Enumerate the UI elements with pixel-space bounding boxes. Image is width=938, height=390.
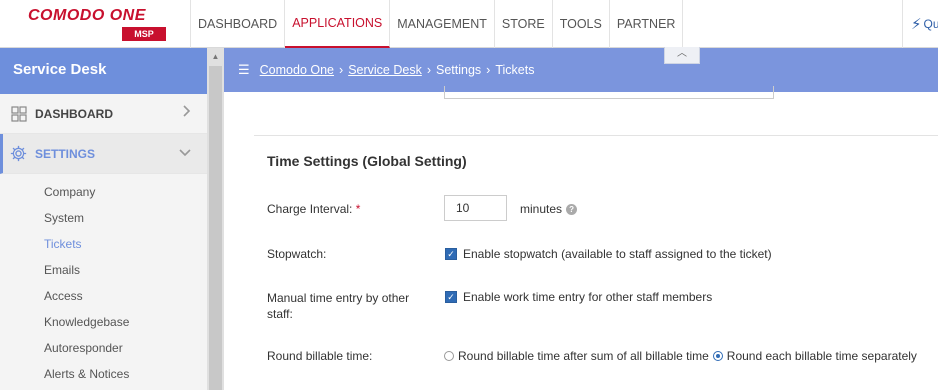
top-navigation-bar: COMODO ONE MSP DASHBOARD APPLICATIONS MA… <box>0 0 938 48</box>
breadcrumb-separator: › <box>486 63 491 77</box>
chevron-right-icon <box>183 105 191 120</box>
charge-interval-unit: minutes ? <box>520 202 578 216</box>
previous-field-input[interactable] <box>444 86 774 99</box>
round-each-option[interactable]: Round each billable time separately <box>712 349 917 363</box>
manual-entry-option[interactable]: ✓ Enable work time entry for other staff… <box>445 290 712 304</box>
lightning-icon: ⚡ <box>911 16 922 33</box>
logo-msp-badge: MSP <box>122 27 166 41</box>
breadcrumb-tickets: Tickets <box>495 63 535 77</box>
round-each-radio[interactable] <box>712 351 723 361</box>
round-billable-label: Round billable time: <box>267 349 373 363</box>
minutes-label: minutes <box>520 202 563 216</box>
gear-icon <box>10 145 27 162</box>
sidebar-subitem-access[interactable]: Access <box>0 283 207 309</box>
nav-store[interactable]: STORE <box>495 0 553 48</box>
main-nav: DASHBOARD APPLICATIONS MANAGEMENT STORE … <box>190 0 684 48</box>
required-asterisk: * <box>355 202 361 216</box>
sidebar-item-dashboard[interactable]: DASHBOARD <box>0 94 207 134</box>
hamburger-menu-icon[interactable]: ☰ <box>238 62 250 78</box>
sidebar-scrollbar-thumb[interactable] <box>209 66 222 390</box>
collapse-header-button[interactable]: ︿ <box>664 47 700 64</box>
manual-entry-label: Manual time entry by other staff: <box>267 290 409 322</box>
breadcrumb: ☰ Comodo One › Service Desk › Settings ›… <box>238 62 534 78</box>
breadcrumb-separator: › <box>339 63 344 77</box>
quick-actions-label: Qu <box>923 17 938 31</box>
sidebar-subitem-knowledgebase[interactable]: Knowledgebase <box>0 309 207 335</box>
sidebar-subitem-tickets[interactable]: Tickets <box>0 231 207 257</box>
sidebar: Service Desk DASHBOARD SETTINGS Company … <box>0 48 207 390</box>
scroll-up-arrow-icon[interactable]: ▲ <box>207 48 224 65</box>
round-after-sum-option[interactable]: Round billable time after sum of all bil… <box>444 349 709 363</box>
round-each-label: Round each billable time separately <box>726 349 917 363</box>
logo-text: COMODO ONE <box>28 7 146 24</box>
sidebar-subitem-autoresponder[interactable]: Autoresponder <box>0 335 207 361</box>
round-after-sum-label: Round billable time after sum of all bil… <box>458 349 709 363</box>
section-title: Time Settings (Global Setting) <box>267 153 467 169</box>
manual-entry-label-line2: staff: <box>267 307 293 321</box>
sidebar-title: Service Desk <box>0 48 207 94</box>
nav-applications[interactable]: APPLICATIONS <box>285 0 391 48</box>
comodo-one-logo[interactable]: COMODO ONE MSP <box>0 0 190 48</box>
stopwatch-checkbox-label: Enable stopwatch (available to staff ass… <box>463 247 772 261</box>
help-icon[interactable]: ? <box>566 203 578 215</box>
nav-management[interactable]: MANAGEMENT <box>390 0 495 48</box>
manual-entry-label-line1: Manual time entry by other <box>267 291 410 305</box>
sidebar-item-label: DASHBOARD <box>35 106 113 121</box>
breadcrumb-separator: › <box>426 63 431 77</box>
quick-actions-button[interactable]: ⚡ Qu <box>902 0 938 48</box>
section-divider <box>254 135 938 136</box>
sidebar-subitem-alerts-notices[interactable]: Alerts & Notices <box>0 361 207 387</box>
manual-entry-checkbox[interactable]: ✓ <box>445 291 457 303</box>
sidebar-item-label: SETTINGS <box>35 146 96 161</box>
nav-partner[interactable]: PARTNER <box>610 0 684 48</box>
sidebar-item-settings[interactable]: SETTINGS <box>0 134 207 174</box>
round-billable-options: Round billable time after sum of all bil… <box>444 349 921 363</box>
round-after-sum-radio[interactable] <box>444 351 454 361</box>
settings-submenu: Company System Tickets Emails Access Kno… <box>0 174 207 387</box>
settings-content: Time Settings (Global Setting) Charge In… <box>224 86 938 390</box>
charge-interval-label-text: Charge Interval: <box>267 202 353 216</box>
nav-dashboard[interactable]: DASHBOARD <box>191 0 286 48</box>
sidebar-subitem-system[interactable]: System <box>0 205 207 231</box>
chevron-up-icon: ︿ <box>677 48 687 59</box>
charge-interval-label: Charge Interval: * <box>267 202 360 216</box>
stopwatch-option[interactable]: ✓ Enable stopwatch (available to staff a… <box>445 247 772 261</box>
stopwatch-checkbox[interactable]: ✓ <box>445 248 457 260</box>
sidebar-subitem-company[interactable]: Company <box>0 179 207 205</box>
breadcrumb-comodo-one[interactable]: Comodo One <box>260 63 334 77</box>
breadcrumb-settings: Settings <box>436 63 482 77</box>
nav-tools[interactable]: TOOLS <box>553 0 610 48</box>
breadcrumb-service-desk[interactable]: Service Desk <box>348 63 422 77</box>
grid-icon <box>10 105 27 122</box>
manual-entry-checkbox-label: Enable work time entry for other staff m… <box>463 290 713 304</box>
charge-interval-input[interactable] <box>444 195 507 221</box>
sidebar-subitem-emails[interactable]: Emails <box>0 257 207 283</box>
chevron-down-icon <box>179 145 191 160</box>
stopwatch-label: Stopwatch: <box>267 247 327 261</box>
